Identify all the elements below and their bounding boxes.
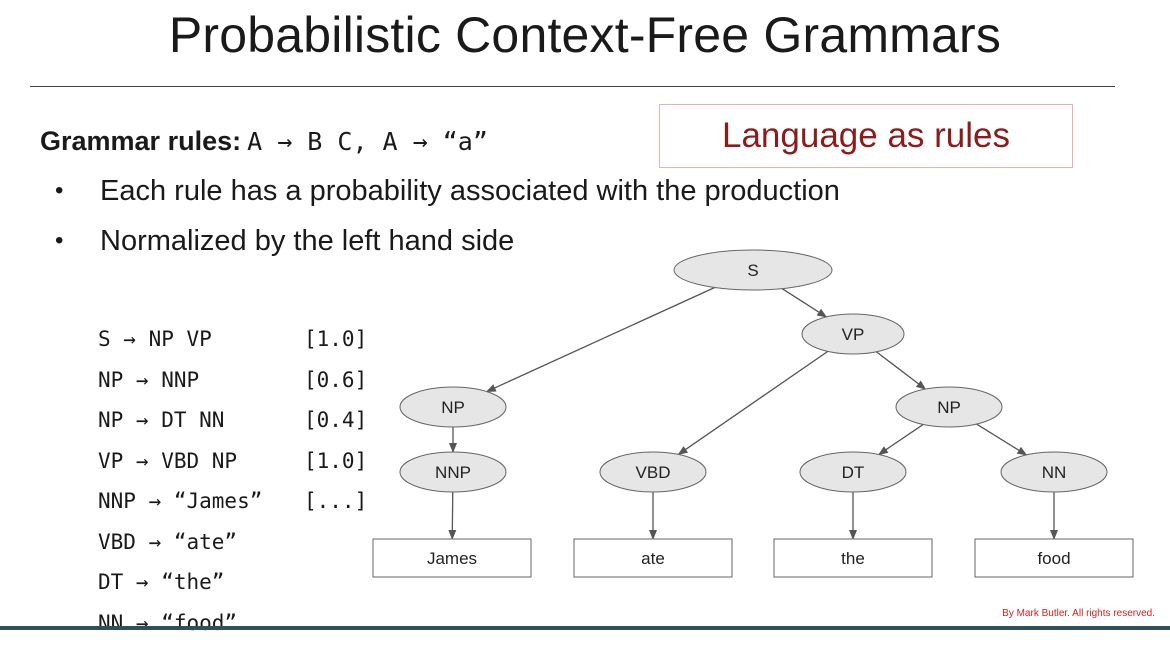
- tree-edge-NP2-NN: [977, 424, 1027, 455]
- node-label: NP: [937, 398, 961, 417]
- node-label: NNP: [435, 463, 471, 482]
- terminal-word-w1: James: [373, 539, 531, 577]
- node-label: NP: [441, 398, 465, 417]
- bottom-border: [0, 626, 1170, 630]
- node-label: S: [747, 261, 758, 280]
- tree-node-NN: NN: [1001, 452, 1107, 492]
- tree-edge-S-VP: [782, 289, 826, 317]
- node-label: VBD: [636, 463, 671, 482]
- tree-node-VP: VP: [802, 314, 904, 354]
- tree-edge-NP2-DT: [879, 424, 923, 454]
- tree-node-VBD: VBD: [600, 452, 706, 492]
- tree-edge-VP-NP2: [876, 352, 925, 389]
- node-label: food: [1037, 549, 1070, 568]
- slide: Probabilistic Context-Free Grammars Gram…: [0, 0, 1170, 630]
- tree-node-NP1: NP: [400, 387, 506, 427]
- copyright-credit: By Mark Butler. All rights reserved.: [1002, 608, 1155, 619]
- tree-edge-VP-VBD: [678, 351, 827, 454]
- tree-node-NNP: NNP: [400, 452, 506, 492]
- tree-node-DT: DT: [800, 452, 906, 492]
- tree-edge-NNP-w1: [452, 492, 453, 539]
- terminal-word-w3: the: [774, 539, 932, 577]
- tree-nodes: S VP NP NP NNP VBD DT NN James ate the food: [373, 250, 1133, 577]
- node-label: DT: [842, 463, 865, 482]
- terminal-word-w4: food: [975, 539, 1133, 577]
- node-label: NN: [1042, 463, 1067, 482]
- node-label: ate: [641, 549, 665, 568]
- tree-edge-S-NP1: [487, 287, 715, 391]
- tree-node-S: S: [674, 250, 832, 290]
- node-label: VP: [842, 325, 865, 344]
- node-label: James: [427, 549, 477, 568]
- tree-node-NP2: NP: [896, 387, 1002, 427]
- parse-tree-diagram: S VP NP NP NNP VBD DT NN James ate the food: [0, 0, 1170, 630]
- terminal-word-w2: ate: [574, 539, 732, 577]
- node-label: the: [841, 549, 865, 568]
